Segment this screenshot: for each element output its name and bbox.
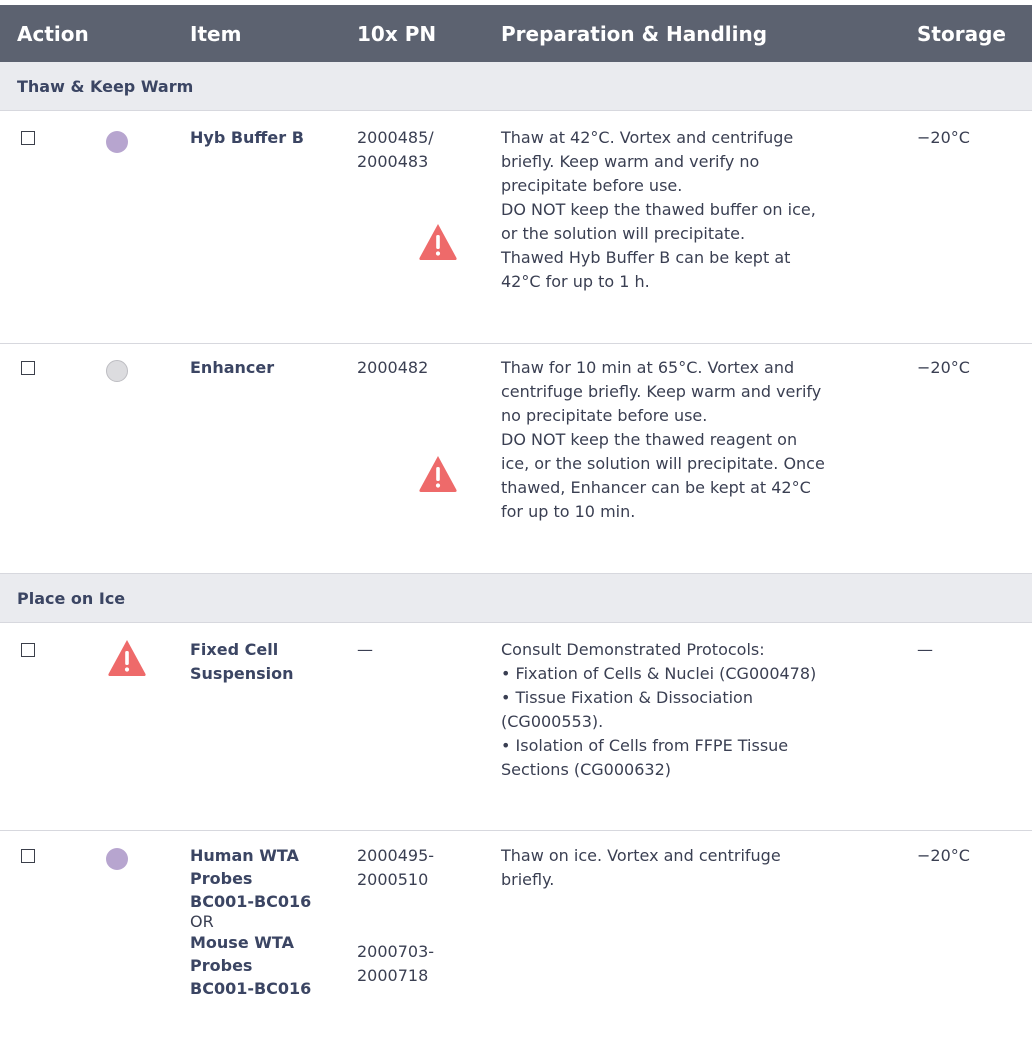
checkbox-icon[interactable]	[21, 361, 35, 375]
row-divider	[0, 343, 1032, 344]
header-storage: Storage	[917, 22, 1006, 46]
warning-triangle-icon	[419, 224, 457, 260]
warning-triangle-icon	[419, 456, 457, 492]
part-number: —	[357, 640, 373, 659]
header-pn: 10x PN	[357, 22, 437, 46]
part-number: 2000482	[357, 358, 429, 377]
part-number: 2000485/ 2000483	[357, 128, 434, 171]
checkbox-icon[interactable]	[21, 643, 35, 657]
item-name: Hyb Buffer B	[190, 128, 304, 147]
prep-text: Thaw at 42°C. Vortex and centrifuge brie…	[501, 128, 816, 291]
part-number: 2000495- 2000510	[357, 846, 435, 889]
item-name: Fixed Cell Suspension	[190, 640, 294, 683]
prep-text: Consult Demonstrated Protocols: • Fixati…	[501, 640, 817, 779]
storage-value: −20°C	[917, 358, 970, 377]
header-prep: Preparation & Handling	[501, 22, 768, 46]
header-item: Item	[190, 22, 242, 46]
item-name: Enhancer	[190, 358, 275, 377]
row-divider	[0, 830, 1032, 831]
purple-tube-dot-icon	[106, 848, 128, 870]
prep-text: Thaw on ice. Vortex and centrifuge brief…	[501, 846, 781, 889]
purple-tube-dot-icon	[106, 131, 128, 153]
part-number: 2000703- 2000718	[357, 942, 435, 985]
header-action: Action	[17, 22, 89, 46]
storage-value: −20°C	[917, 128, 970, 147]
section-header: Thaw & Keep Warm	[0, 62, 1032, 111]
storage-value: −20°C	[917, 846, 970, 865]
section-title: Thaw & Keep Warm	[17, 77, 194, 96]
section-header: Place on Ice	[0, 573, 1032, 623]
section-title: Place on Ice	[17, 589, 126, 608]
table-header: Action Item 10x PN Preparation & Handlin…	[0, 5, 1032, 62]
grey-tube-dot-icon	[106, 360, 128, 382]
item-name: Human WTA Probes BC001-BC016 OR Mouse WT…	[190, 846, 312, 998]
warning-triangle-icon	[108, 640, 146, 676]
prep-text: Thaw for 10 min at 65°C. Vortex and cent…	[501, 358, 825, 521]
checkbox-icon[interactable]	[21, 849, 35, 863]
checkbox-icon[interactable]	[21, 131, 35, 145]
storage-value: —	[917, 640, 933, 659]
